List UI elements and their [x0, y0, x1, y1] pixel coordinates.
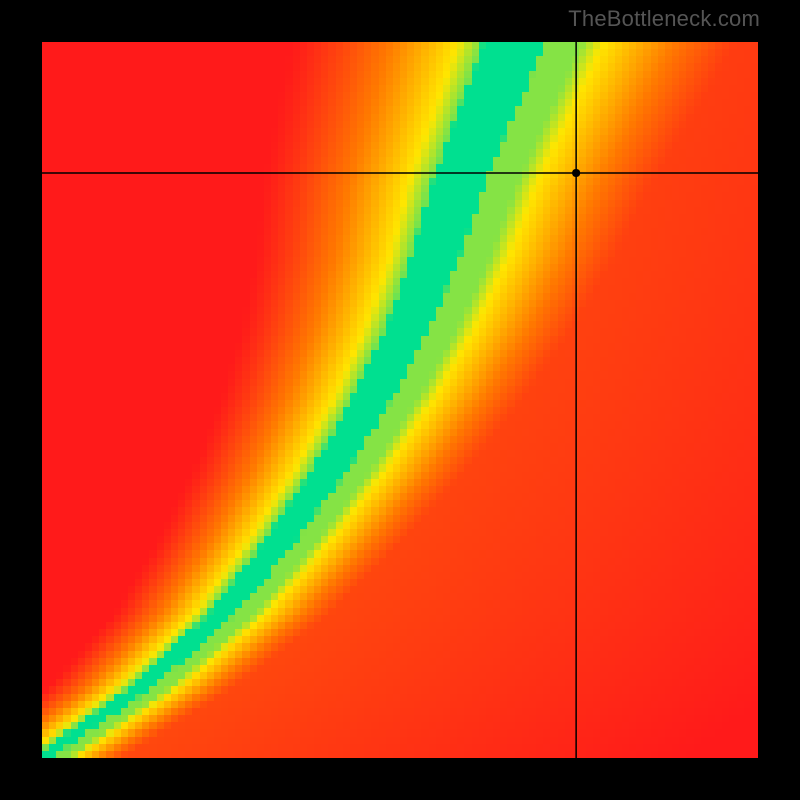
attribution-text: TheBottleneck.com: [568, 6, 760, 32]
chart-container: TheBottleneck.com: [0, 0, 800, 800]
heatmap-canvas: [42, 42, 758, 758]
heatmap-plot: [42, 42, 758, 758]
